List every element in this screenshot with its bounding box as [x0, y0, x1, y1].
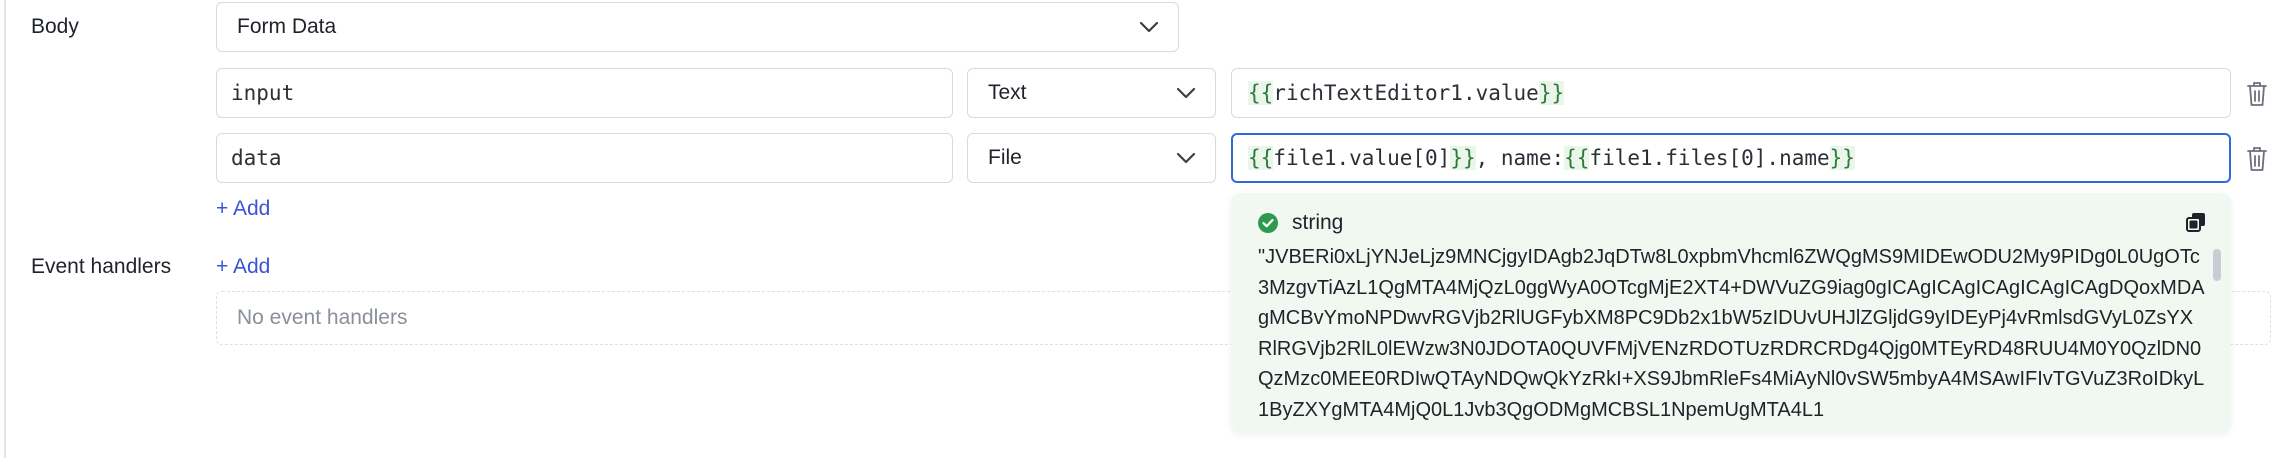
param-key-input[interactable]: input	[216, 68, 953, 118]
chevron-down-icon	[1176, 87, 1196, 99]
chevron-down-icon	[1139, 21, 1159, 33]
chevron-down-icon	[1176, 152, 1196, 164]
param-type-select[interactable]: Text	[967, 68, 1216, 118]
param-key-value: input	[231, 81, 295, 105]
template-close-brace: }}	[1829, 146, 1855, 170]
body-type-select[interactable]: Form Data	[216, 2, 1179, 52]
template-open-brace: {{	[1248, 146, 1274, 170]
body-type-value: Form Data	[237, 15, 337, 38]
param-type-value: File	[988, 146, 1022, 169]
template-literal: , name:	[1475, 146, 1565, 170]
preview-header: string	[1258, 211, 1343, 235]
event-handlers-label: Event handlers	[31, 255, 172, 278]
trash-icon[interactable]	[2246, 80, 2268, 108]
template-open-brace: {{	[1564, 146, 1590, 170]
param-value-input[interactable]: {{file1.value[0]}}, name: {{file1.files[…	[1231, 133, 2231, 183]
template-expression: file1.files[0].name	[1589, 146, 1830, 170]
trash-icon[interactable]	[2246, 145, 2268, 173]
success-check-icon	[1258, 213, 1278, 233]
param-value-input[interactable]: {{richTextEditor1.value}}	[1231, 68, 2231, 118]
add-event-handler-button[interactable]: + Add	[216, 255, 270, 279]
add-param-button[interactable]: + Add	[216, 197, 270, 221]
empty-state-text: No event handlers	[237, 306, 408, 329]
value-preview-popup: string "JVBERi0xLjYNJeLjz9MNCjgyIDAgb2Jq…	[1231, 193, 2231, 433]
copy-icon[interactable]	[2185, 211, 2207, 233]
param-key-input[interactable]: data	[216, 133, 953, 183]
template-expression: richTextEditor1.value	[1273, 81, 1539, 105]
template-close-brace: }}	[1538, 81, 1565, 105]
preview-scrollbar[interactable]	[2213, 249, 2221, 281]
body-label: Body	[31, 15, 79, 38]
preview-type-label: string	[1292, 211, 1344, 234]
template-open-brace: {{	[1248, 81, 1274, 105]
param-type-select[interactable]: File	[967, 133, 1216, 183]
template-close-brace: }}	[1450, 146, 1476, 170]
template-expression: file1.value[0]	[1273, 146, 1451, 170]
param-type-value: Text	[988, 81, 1027, 104]
param-key-value: data	[231, 146, 282, 170]
preview-value-text: "JVBERi0xLjYNJeLjz9MNCjgyIDAgb2JqDTw8L0x…	[1258, 246, 2205, 421]
